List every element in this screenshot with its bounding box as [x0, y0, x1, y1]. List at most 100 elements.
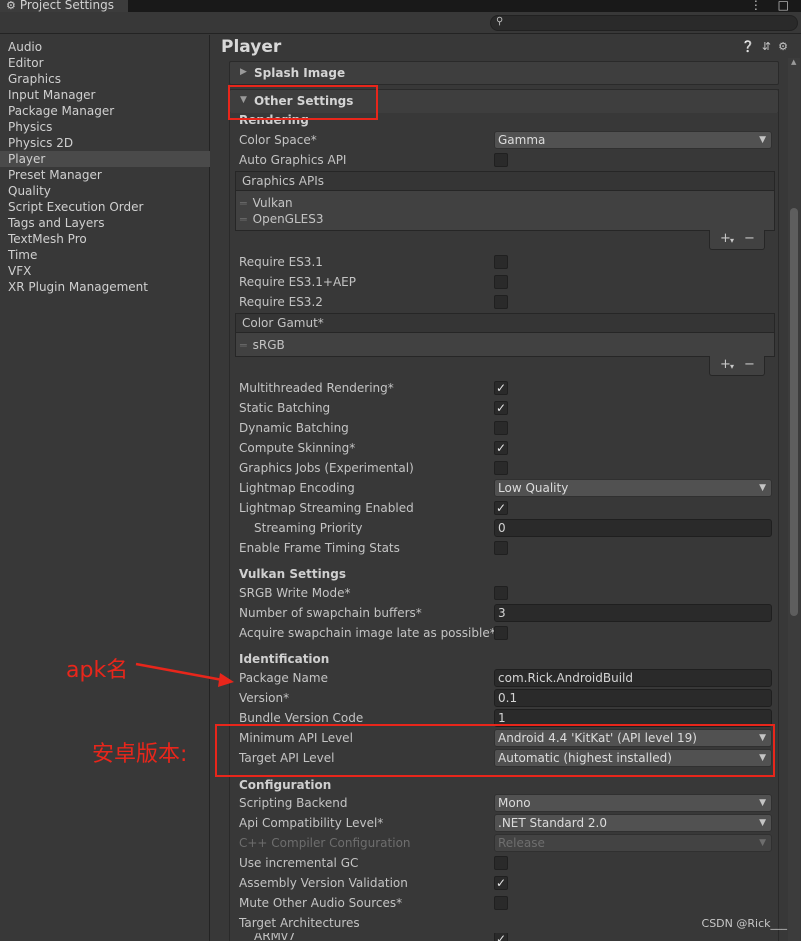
- compute-skinning-row: Compute Skinning* ✓: [239, 438, 775, 458]
- package-name-label: Package Name: [239, 671, 328, 685]
- window-controls[interactable]: ⋮ □: [750, 0, 795, 12]
- srgb-write-checkbox[interactable]: [494, 586, 508, 600]
- version-row: Version* 0.1: [239, 688, 775, 708]
- dynamic-batching-checkbox[interactable]: [494, 421, 508, 435]
- help-icon[interactable]: ❔: [741, 40, 762, 53]
- auto-graphics-api-checkbox[interactable]: [494, 153, 508, 167]
- scroll-up-icon[interactable]: ▲: [791, 58, 796, 66]
- gear-icon[interactable]: ⚙: [778, 40, 795, 53]
- bundle-code-label: Bundle Version Code: [239, 711, 364, 725]
- header-icons[interactable]: ❔⇵⚙: [741, 40, 795, 53]
- api-compat-dropdown[interactable]: .NET Standard 2.0 ▼: [494, 814, 772, 832]
- streaming-priority-field[interactable]: 0: [494, 519, 772, 537]
- color-space-dropdown[interactable]: Gamma ▼: [494, 131, 772, 149]
- graphics-jobs-checkbox[interactable]: [494, 461, 508, 475]
- window-title: Project Settings: [19, 0, 114, 12]
- incremental-gc-checkbox[interactable]: [494, 856, 508, 870]
- assembly-validation-checkbox[interactable]: ✓: [494, 876, 508, 890]
- armv7-row: ARMv7 ✓: [239, 933, 775, 941]
- caret-down-icon: ▼: [759, 818, 766, 828]
- sidebar: Audio Editor Graphics Input Manager Package …: [0, 35, 210, 941]
- sidebar-item-textmesh-pro[interactable]: TextMesh Pro: [0, 231, 210, 247]
- search-icon: ⚲: [496, 16, 504, 27]
- frame-timing-checkbox[interactable]: [494, 541, 508, 555]
- sidebar-item-xr-plugin-management[interactable]: XR Plugin Management: [0, 279, 210, 295]
- other-settings-content: Rendering Color Space* Gamma ▼ Auto Graph…: [229, 89, 779, 941]
- swapchain-buffers-label: Number of swapchain buffers*: [239, 606, 422, 620]
- sidebar-item-input-manager[interactable]: Input Manager: [0, 87, 210, 103]
- chevron-right-icon: ▶: [240, 67, 247, 77]
- drag-handle-icon[interactable]: ═: [240, 213, 247, 226]
- require-es32-checkbox[interactable]: [494, 295, 508, 309]
- require-es31-aep-checkbox[interactable]: [494, 275, 508, 289]
- require-es31-checkbox[interactable]: [494, 255, 508, 269]
- auto-graphics-api-label: Auto Graphics API: [239, 153, 347, 167]
- lightmap-encoding-label: Lightmap Encoding: [239, 481, 355, 495]
- package-name-row: Package Name com.Rick.AndroidBuild: [239, 668, 775, 688]
- multithreaded-label: Multithreaded Rendering*: [239, 381, 394, 395]
- auto-graphics-api-row: Auto Graphics API: [239, 150, 775, 170]
- acquire-late-checkbox[interactable]: [494, 626, 508, 640]
- sidebar-item-time[interactable]: Time: [0, 247, 210, 263]
- require-es32-row: Require ES3.2: [239, 292, 775, 312]
- sidebar-item-player[interactable]: Player: [0, 151, 210, 167]
- preset-icon[interactable]: ⇵: [762, 40, 778, 53]
- sidebar-item-script-execution-order[interactable]: Script Execution Order: [0, 199, 210, 215]
- splash-image-foldout[interactable]: ▶ Splash Image: [229, 61, 779, 85]
- color-gamut-header: Color Gamut*: [235, 313, 775, 333]
- list-item-label: Vulkan: [252, 196, 293, 210]
- vulkan-heading: Vulkan Settings: [239, 567, 346, 581]
- list-item[interactable]: ═ OpenGLES3: [240, 211, 324, 227]
- incremental-gc-row: Use incremental GC: [239, 853, 775, 873]
- sidebar-item-package-manager[interactable]: Package Manager: [0, 103, 210, 119]
- list-item[interactable]: ═ sRGB: [240, 337, 285, 353]
- scroll-thumb[interactable]: [790, 208, 798, 616]
- lightmap-streaming-label: Lightmap Streaming Enabled: [239, 501, 414, 515]
- lightmap-streaming-checkbox[interactable]: ✓: [494, 501, 508, 515]
- multithreaded-checkbox[interactable]: ✓: [494, 381, 508, 395]
- player-panel: Player ❔⇵⚙ ▶ Splash Image ▼ Other Settin…: [211, 35, 801, 941]
- package-name-field[interactable]: com.Rick.AndroidBuild: [494, 669, 772, 687]
- drag-handle-icon[interactable]: ═: [240, 339, 247, 352]
- scripting-backend-dropdown[interactable]: Mono ▼: [494, 794, 772, 812]
- sidebar-item-physics[interactable]: Physics: [0, 119, 210, 135]
- streaming-priority-row: Streaming Priority 0: [239, 518, 775, 538]
- remove-icon[interactable]: −: [744, 230, 755, 248]
- lightmap-encoding-row: Lightmap Encoding Low Quality ▼: [239, 478, 775, 498]
- window-tab[interactable]: ⚙ Project Settings: [0, 0, 128, 12]
- streaming-priority-label: Streaming Priority: [254, 521, 363, 535]
- version-field[interactable]: 0.1: [494, 689, 772, 707]
- sidebar-item-vfx[interactable]: VFX: [0, 263, 210, 279]
- require-es31-label: Require ES3.1: [239, 255, 323, 269]
- sidebar-item-editor[interactable]: Editor: [0, 55, 210, 71]
- static-batching-checkbox[interactable]: ✓: [494, 401, 508, 415]
- list-item[interactable]: ═ Vulkan: [240, 195, 293, 211]
- lightmap-streaming-row: Lightmap Streaming Enabled ✓: [239, 498, 775, 518]
- compute-skinning-checkbox[interactable]: ✓: [494, 441, 508, 455]
- mute-audio-row: Mute Other Audio Sources*: [239, 893, 775, 913]
- sidebar-item-tags-and-layers[interactable]: Tags and Layers: [0, 215, 210, 231]
- dropdown-small-icon[interactable]: ▾: [730, 232, 734, 250]
- remove-icon[interactable]: −: [744, 356, 755, 374]
- search-input[interactable]: ⚲: [490, 15, 798, 31]
- lightmap-encoding-dropdown[interactable]: Low Quality ▼: [494, 479, 772, 497]
- api-compat-label: Api Compatibility Level*: [239, 816, 384, 830]
- scrollbar[interactable]: ▲: [788, 58, 800, 941]
- drag-handle-icon[interactable]: ═: [240, 197, 247, 210]
- dropdown-small-icon[interactable]: ▾: [730, 358, 734, 376]
- swapchain-buffers-row: Number of swapchain buffers* 3: [239, 603, 775, 623]
- srgb-write-row: SRGB Write Mode*: [239, 583, 775, 603]
- armv7-checkbox[interactable]: ✓: [494, 933, 508, 941]
- mute-audio-checkbox[interactable]: [494, 896, 508, 910]
- caret-down-icon: ▼: [759, 483, 766, 493]
- swapchain-buffers-field[interactable]: 3: [494, 604, 772, 622]
- assembly-validation-row: Assembly Version Validation ✓: [239, 873, 775, 893]
- splash-image-label: Splash Image: [254, 66, 346, 80]
- sidebar-item-graphics[interactable]: Graphics: [0, 71, 210, 87]
- static-batching-label: Static Batching: [239, 401, 331, 415]
- sidebar-item-preset-manager[interactable]: Preset Manager: [0, 167, 210, 183]
- sidebar-item-physics-2d[interactable]: Physics 2D: [0, 135, 210, 151]
- graphics-jobs-row: Graphics Jobs (Experimental): [239, 458, 775, 478]
- sidebar-item-quality[interactable]: Quality: [0, 183, 210, 199]
- sidebar-item-audio[interactable]: Audio: [0, 39, 210, 55]
